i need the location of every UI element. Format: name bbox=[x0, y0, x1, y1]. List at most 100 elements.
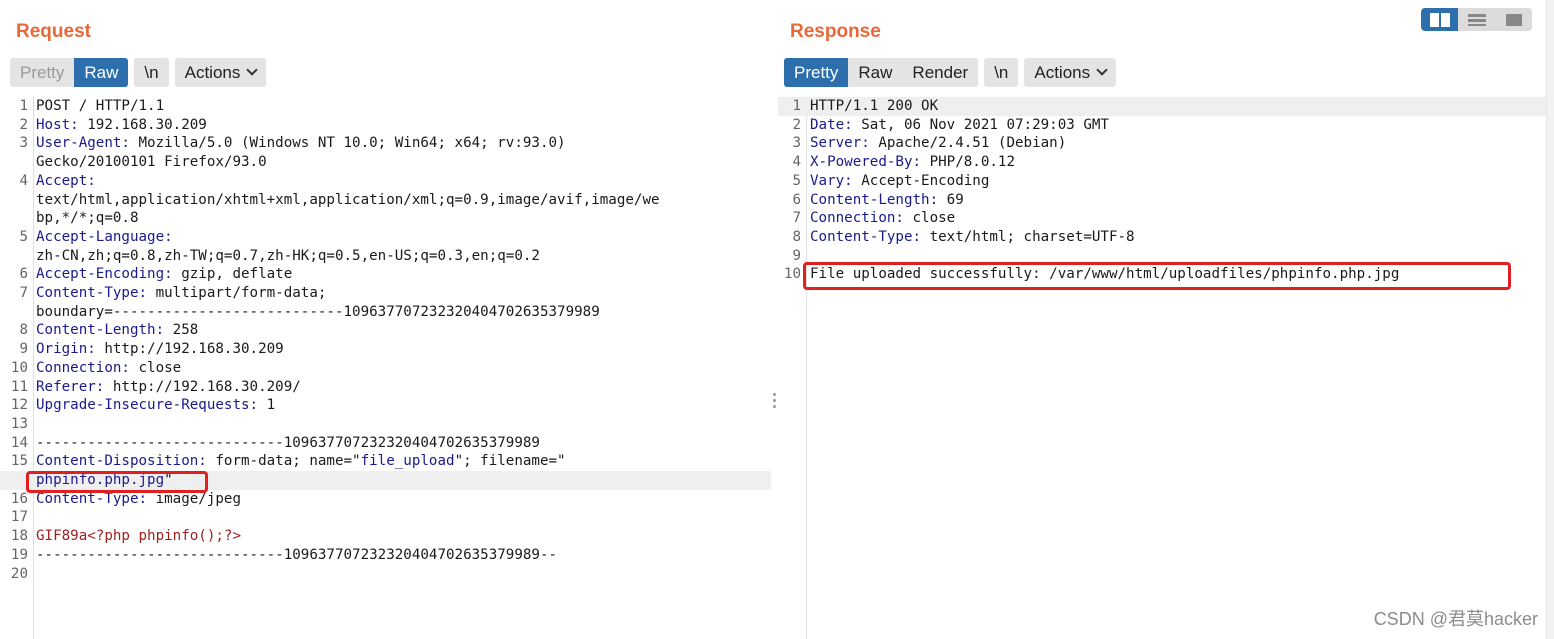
code-line: 2 Host: 192.168.30.209 bbox=[0, 116, 771, 135]
header-name: Referer: bbox=[36, 378, 105, 395]
split-rows-icon[interactable] bbox=[1458, 8, 1495, 31]
header-name: Content-Type: bbox=[810, 228, 922, 245]
response-pane: Response Pretty Raw Render \n Actions 1H… bbox=[778, 0, 1554, 639]
upload-result-highlight-box bbox=[803, 262, 1511, 290]
header-name: Host: bbox=[36, 116, 79, 133]
request-toolbar: Pretty Raw \n Actions bbox=[10, 58, 267, 87]
line-number: 5 bbox=[19, 228, 28, 245]
line-number: 1 bbox=[792, 98, 801, 114]
header-name: Accept-Language: bbox=[36, 228, 173, 245]
response-tab-render[interactable]: Render bbox=[902, 58, 979, 87]
code-line: 8 Content-Type: text/html; charset=UTF-8 bbox=[778, 228, 1546, 247]
line-number: 3 bbox=[792, 135, 801, 152]
code-text: -----------------------------10963770723… bbox=[36, 546, 557, 565]
line-number: 13 bbox=[10, 415, 28, 432]
code-text: boundary=---------------------------1096… bbox=[36, 303, 600, 322]
code-text: User-Agent: Mozilla/5.0 (Windows NT 10.0… bbox=[36, 134, 566, 153]
header-value: Gecko/20100101 Firefox/93.0 bbox=[36, 154, 267, 171]
code-line: 15 Content-Disposition: form-data; name="… bbox=[0, 452, 771, 471]
single-pane-icon[interactable] bbox=[1495, 8, 1532, 31]
payload-token: GIF89a<?php phpinfo();?> bbox=[36, 528, 241, 545]
code-text: Connection: close bbox=[36, 359, 181, 378]
header-name: Content-Type: bbox=[36, 285, 148, 301]
header-value: Accept-Encoding bbox=[852, 172, 990, 189]
request-tab-raw[interactable]: Raw bbox=[74, 58, 129, 87]
header-value: 192.168.30.209 bbox=[78, 116, 207, 133]
header-value: image/jpeg bbox=[147, 490, 242, 507]
header-name: X-Powered-By: bbox=[810, 154, 922, 171]
header-value: PHP/8.0.12 bbox=[921, 154, 1016, 171]
text-token: "; filename=" bbox=[454, 453, 566, 470]
code-line: 3 User-Agent: Mozilla/5.0 (Windows NT 10.… bbox=[0, 134, 771, 153]
code-line: Gecko/20100101 Firefox/93.0 bbox=[0, 153, 771, 172]
line-number: 18 bbox=[10, 528, 28, 545]
line-number: 10 bbox=[10, 359, 28, 376]
code-line: boundary=---------------------------1096… bbox=[0, 303, 771, 322]
line-number: 2 bbox=[19, 116, 28, 133]
response-editor[interactable]: 1 HTTP/1.1 200 OK 2 Date: Sat, 06 Nov 2021 … bbox=[778, 96, 1554, 639]
code-text: zh-CN,zh;q=0.8,zh-TW;q=0.7,zh-HK;q=0.5,e… bbox=[36, 247, 540, 266]
line-number: 2 bbox=[792, 116, 801, 133]
header-name: Upgrade-Insecure-Requests: bbox=[36, 397, 259, 414]
response-newline-toggle[interactable]: \n bbox=[984, 58, 1019, 87]
watermark: CSDN @君莫hacker bbox=[1373, 609, 1538, 629]
line-number: 7 bbox=[19, 285, 28, 301]
divider-grip-dot[interactable] bbox=[773, 393, 776, 396]
divider-grip-dot[interactable] bbox=[773, 405, 776, 408]
divider-grip-dot[interactable] bbox=[773, 399, 776, 402]
code-line: 2 Date: Sat, 06 Nov 2021 07:29:03 GMT bbox=[778, 116, 1546, 135]
line-number: 4 bbox=[792, 154, 801, 171]
code-text: GIF89a<?php phpinfo();?> bbox=[36, 527, 241, 546]
response-actions-button[interactable]: Actions bbox=[1024, 58, 1117, 87]
code-text: Origin: http://192.168.30.209 bbox=[36, 340, 284, 359]
code-text: Connection: close bbox=[810, 209, 955, 228]
header-value: boundary=---------------------------1096… bbox=[36, 303, 600, 320]
line-number: 19 bbox=[10, 546, 28, 563]
code-text: -----------------------------10963770723… bbox=[36, 434, 540, 453]
request-actions-button[interactable]: Actions bbox=[174, 58, 267, 87]
header-value: gzip, deflate bbox=[172, 266, 293, 283]
request-editor[interactable]: 1 POST / HTTP/1.1 2 Host: 192.168.30.209 3 Us… bbox=[0, 96, 772, 639]
response-tab-raw[interactable]: Raw bbox=[848, 58, 903, 87]
response-tab-pretty[interactable]: Pretty bbox=[784, 58, 849, 87]
header-value: text/html,application/xhtml+xml,applicat… bbox=[36, 191, 660, 208]
request-view-tabs: Pretty Raw bbox=[10, 58, 129, 87]
filename-highlight-box bbox=[26, 471, 208, 493]
code-line: 6 Content-Length: 69 bbox=[778, 191, 1546, 210]
code-text: Content-Disposition: form-data; name="fi… bbox=[36, 452, 566, 471]
split-columns-icon[interactable] bbox=[1421, 8, 1458, 31]
header-value: multipart/form-data; bbox=[147, 285, 327, 301]
line-number: 10 bbox=[783, 266, 801, 283]
code-line: 14 -----------------------------109637707… bbox=[0, 434, 771, 453]
code-line: 5 Vary: Accept-Encoding bbox=[778, 172, 1546, 191]
code-text: Host: 192.168.30.209 bbox=[36, 116, 207, 135]
code-text: text/html,application/xhtml+xml,applicat… bbox=[36, 191, 660, 210]
header-value: bp,*/*;q=0.8 bbox=[36, 210, 139, 227]
header-value: POST / HTTP/1.1 bbox=[36, 98, 165, 114]
response-title: Response bbox=[790, 21, 881, 42]
code-text: Content-Type: multipart/form-data; bbox=[36, 284, 326, 303]
request-newline-toggle[interactable]: \n bbox=[134, 58, 169, 87]
request-pane: Request Pretty Raw \n Actions 1 POST / HT… bbox=[0, 0, 772, 639]
code-text: Referer: http://192.168.30.209/ bbox=[36, 378, 301, 397]
response-view-tabs: Pretty Raw Render bbox=[784, 58, 979, 87]
header-value: -----------------------------10963770723… bbox=[36, 546, 558, 563]
chevron-down-icon bbox=[246, 64, 259, 76]
request-tab-pretty[interactable]: Pretty bbox=[10, 58, 75, 87]
line-number: 9 bbox=[19, 341, 28, 358]
layout-toggle bbox=[1421, 8, 1532, 31]
code-text: Server: Apache/2.4.51 (Debian) bbox=[810, 134, 1066, 153]
code-text: Date: Sat, 06 Nov 2021 07:29:03 GMT bbox=[810, 116, 1109, 135]
header-value: form-data; name=" bbox=[206, 453, 361, 470]
header-name: User-Agent: bbox=[36, 135, 130, 152]
code-text: Vary: Accept-Encoding bbox=[810, 172, 989, 191]
code-line: 9 Origin: http://192.168.30.209 bbox=[0, 340, 771, 359]
header-name: Connection: bbox=[810, 210, 904, 227]
code-line: 12 Upgrade-Insecure-Requests: 1 bbox=[0, 396, 771, 415]
header-name: Connection: bbox=[36, 359, 130, 376]
line-number: 11 bbox=[10, 378, 28, 395]
request-actions-label: Actions bbox=[184, 63, 241, 82]
header-value: -----------------------------10963770723… bbox=[36, 434, 540, 451]
vertical-scrollbar[interactable] bbox=[1546, 0, 1554, 639]
code-line: text/html,application/xhtml+xml,applicat… bbox=[0, 191, 771, 210]
